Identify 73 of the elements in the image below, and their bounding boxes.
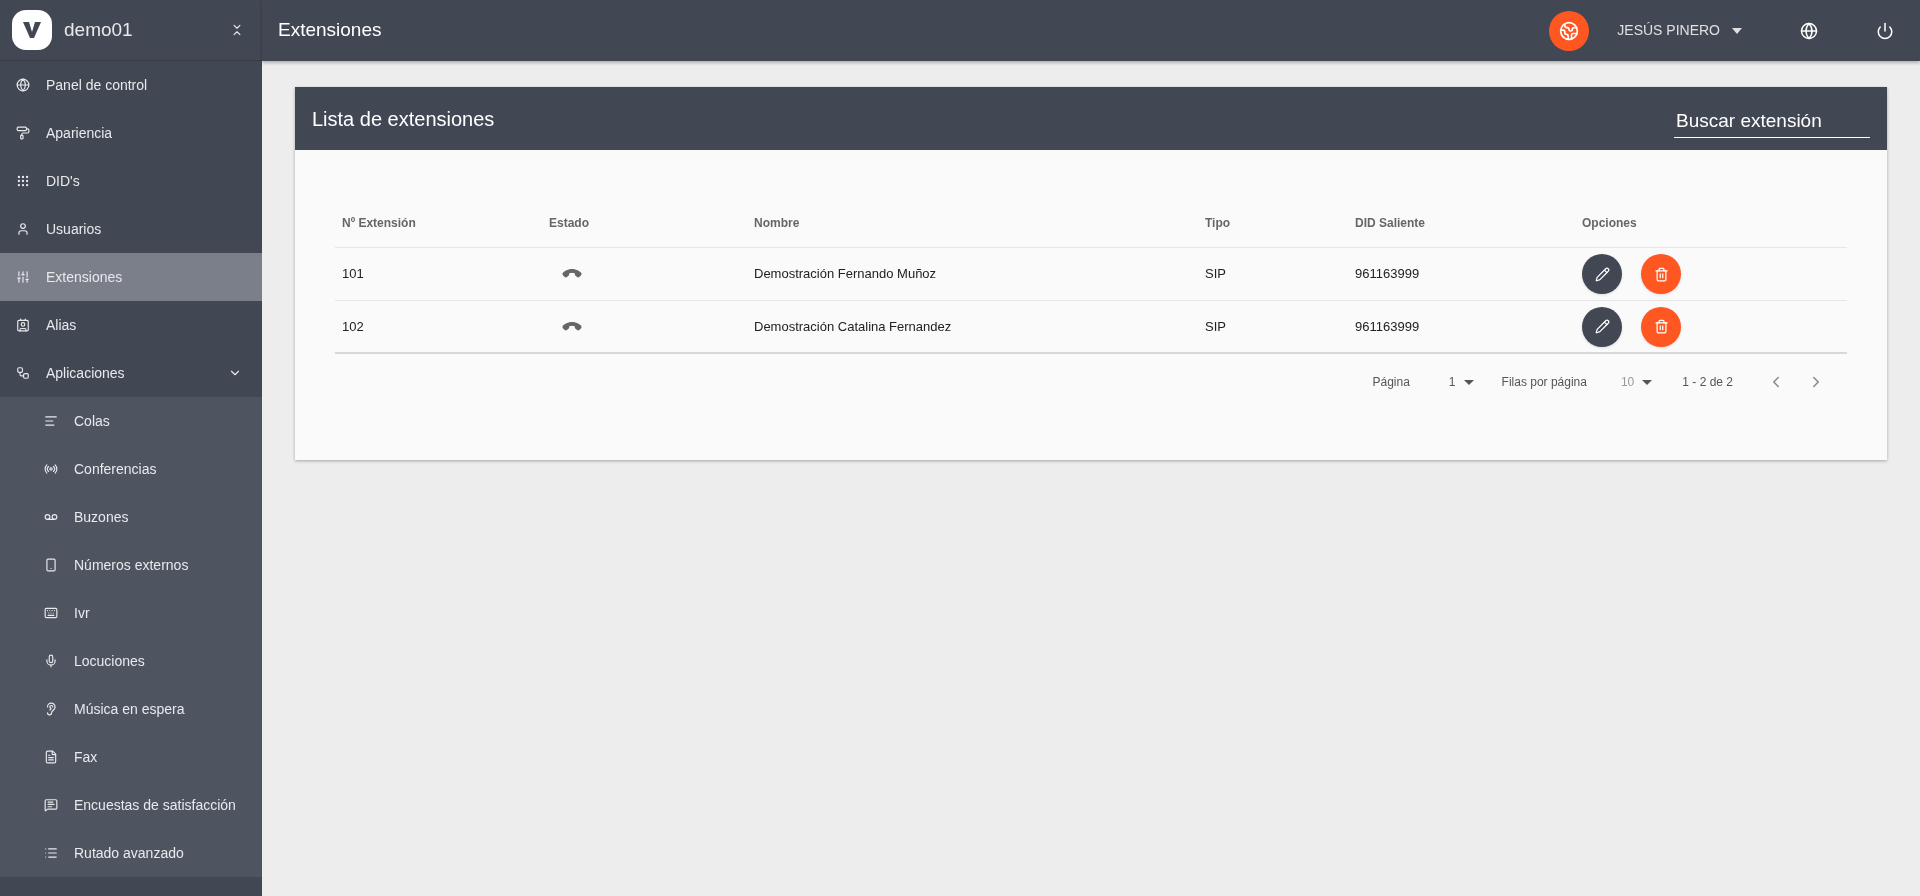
table-cell-text: 102 [341,317,365,336]
list-icon [44,846,58,860]
column-header: DID Saliente [1354,214,1427,232]
sidebar-subitem[interactable]: Buzones [0,493,262,541]
globe-icon [16,78,30,92]
microphone-icon [44,654,58,668]
contact-card-icon [16,318,30,332]
caret-icon [1463,379,1474,385]
globe-button[interactable] [1549,10,1590,51]
sidebar-subitem[interactable]: Números externos [0,541,262,589]
document-icon [44,750,58,764]
caret-icon [1642,379,1653,385]
pencil-icon [1594,319,1610,334]
logo-icon [12,10,52,50]
signal-icon [44,462,58,476]
sidebar-item[interactable]: Panel de control [0,61,262,109]
sidebar-item[interactable]: Usuarios [0,205,262,253]
sidebar-item[interactable]: DID's [0,157,262,205]
sidebar-item[interactable]: Aplicaciones [0,349,262,397]
table-cell-text: SIP [1204,265,1227,284]
sliders-icon [16,270,30,284]
table-cell-text: 961163999 [1354,265,1421,284]
delete-button[interactable] [1641,254,1681,294]
sidebar-subitem[interactable]: Encuestas de satisfacción [0,781,262,829]
edit-button[interactable] [1582,254,1622,294]
brand-name: demo01 [64,17,133,42]
column-header: Nº Extensión [341,214,417,232]
phone-device-icon [44,558,58,572]
sidebar-subitem[interactable]: Ivr [0,589,262,637]
collapse-toggle-icon[interactable] [230,23,244,37]
edit-button[interactable] [1582,306,1622,347]
ear-icon [44,702,58,716]
sidebar-subitem[interactable]: Conferencias [0,445,262,493]
rows-per-page-label: Filas por página [1501,374,1587,391]
sidebar-subitem[interactable]: Música en espera [0,685,262,733]
column-header: Opciones [1581,214,1638,232]
table-cell-text: Demostración Catalina Fernandez [753,317,953,336]
column-header: Estado [548,214,590,232]
sidebar-subitem[interactable]: Rutado avanzado [0,829,262,877]
caret-icon [1732,27,1742,34]
sidebar-item[interactable]: Alias [0,301,262,349]
paint-roller-icon [16,126,30,140]
power-icon[interactable] [1876,21,1894,40]
sidebar-item[interactable]: Extensiones [0,253,262,301]
delete-button[interactable] [1641,306,1681,347]
page-select[interactable]: 1 [1448,373,1474,391]
card-title: Lista de extensiones [312,106,495,132]
comment-icon [44,798,58,812]
lines-icon [44,414,58,428]
keyboard-icon [44,606,58,620]
column-header: Nombre [753,214,801,232]
range-label: 1 - 2 de 2 [1682,374,1733,391]
dialpad-icon [16,174,30,188]
sidebar-subitem[interactable]: Colas [0,397,262,445]
sidebar-subitem[interactable]: Locuciones [0,637,262,685]
pencil-icon [1594,266,1610,282]
user-menu[interactable]: JESÚS PINERO [1617,20,1742,41]
trash-icon [1653,266,1669,282]
sidebar-item[interactable]: Apariencia [0,109,262,157]
column-header: Tipo [1204,214,1232,232]
globe-icon [1559,20,1580,41]
language-icon[interactable] [1800,21,1818,40]
table-cell-text: 101 [341,265,365,284]
person-icon [16,222,30,236]
trash-icon [1653,319,1669,334]
sidebar-subitem[interactable]: Fax [0,733,262,781]
network-icon [16,366,30,380]
page-title: Extensiones [278,18,382,43]
table-cell-text: 961163999 [1354,317,1421,336]
table-cell-text: SIP [1204,317,1227,336]
page-label: Página [1372,374,1410,391]
table-cell-text: Demostración Fernando Muñoz [753,265,938,284]
search-field[interactable]: Buscar extensión [1674,106,1870,139]
